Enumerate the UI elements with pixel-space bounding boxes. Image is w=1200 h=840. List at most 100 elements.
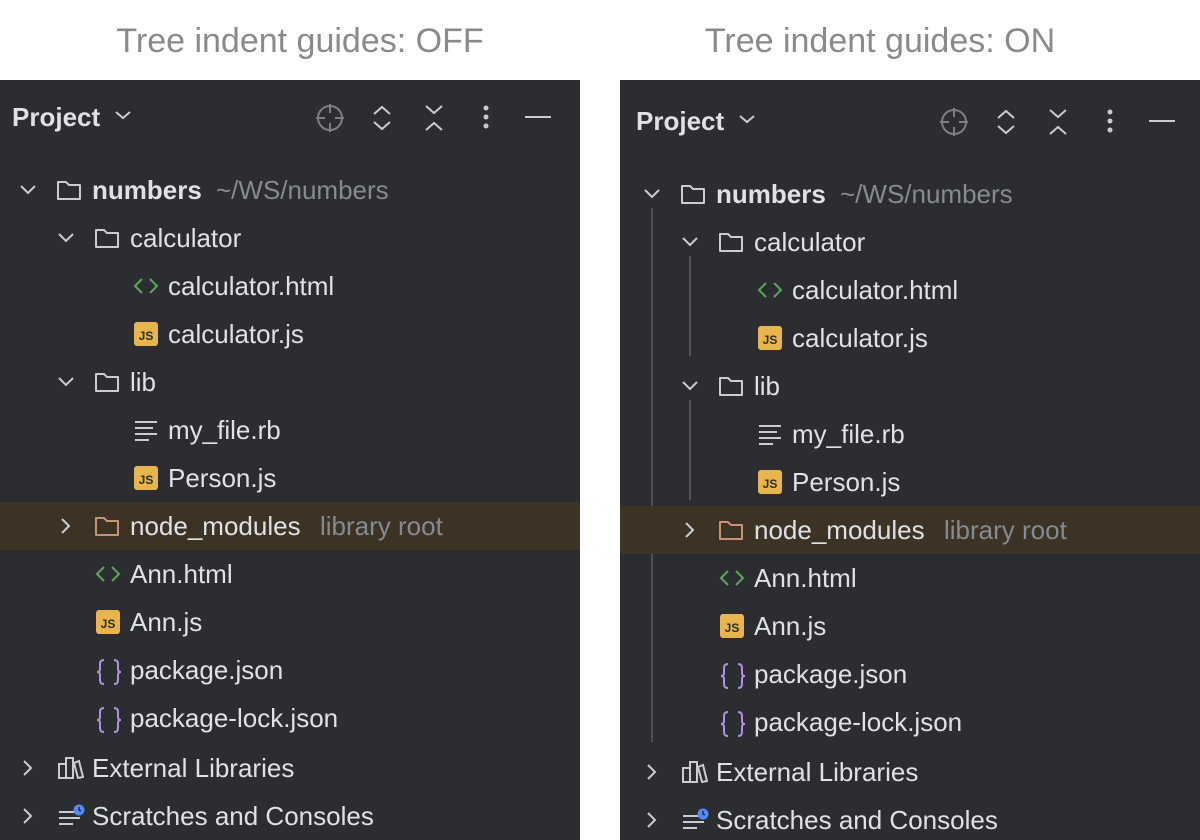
tree-row-node-modules[interactable]: node_modules library root xyxy=(0,502,580,550)
tree-label: calculator.js xyxy=(792,323,928,353)
tree-row-package-lock-json[interactable]: package-lock.json xyxy=(0,694,580,742)
tree-row-calculator[interactable]: calculator xyxy=(620,218,1200,266)
svg-text:JS: JS xyxy=(139,473,154,487)
text-file-icon xyxy=(134,418,160,442)
svg-text:JS: JS xyxy=(101,617,116,631)
chevron-down-icon[interactable] xyxy=(642,184,662,204)
tree-row-scratches[interactable]: Scratches and Consoles xyxy=(0,792,580,840)
tree-row-calculator-html[interactable]: calculator.html xyxy=(0,262,580,310)
tree-row-package-json[interactable]: package.json xyxy=(0,646,580,694)
folder-icon xyxy=(680,182,706,206)
tree-row-external-libraries[interactable]: External Libraries xyxy=(620,748,1200,796)
tree-row-ann-html[interactable]: Ann.html xyxy=(0,550,580,598)
tree-row-package-lock-json[interactable]: package-lock.json xyxy=(620,698,1200,746)
chevron-right-icon[interactable] xyxy=(56,516,76,536)
tree-label: Person.js xyxy=(168,463,277,493)
chevron-down-icon[interactable] xyxy=(18,180,38,200)
chevron-right-icon[interactable] xyxy=(18,806,38,826)
tree-label: Ann.html xyxy=(130,559,233,589)
svg-text:JS: JS xyxy=(725,621,740,635)
path-hint: ~/WS/numbers xyxy=(840,179,1013,209)
tree-row-lib[interactable]: lib xyxy=(620,362,1200,410)
folder-icon xyxy=(94,226,120,250)
svg-text:JS: JS xyxy=(763,333,778,347)
svg-text:JS: JS xyxy=(139,329,154,343)
tree-label: Ann.js xyxy=(130,607,203,637)
tree-label: lib xyxy=(130,367,157,397)
tree-row-my-file[interactable]: my_file.rb xyxy=(0,406,580,454)
collapse-all-icon[interactable] xyxy=(1044,106,1072,138)
tree-row-person-js[interactable]: JS Person.js xyxy=(0,454,580,502)
tree-row-package-json[interactable]: package.json xyxy=(620,650,1200,698)
chevron-right-icon[interactable] xyxy=(642,810,662,830)
tree-row-calculator-js[interactable]: JS calculator.js xyxy=(620,314,1200,362)
chevron-down-icon[interactable] xyxy=(680,376,700,396)
chevron-right-icon[interactable] xyxy=(642,762,662,782)
html-file-icon xyxy=(718,566,745,590)
folder-icon xyxy=(718,374,744,398)
tree-row-scratches[interactable]: Scratches and Consoles xyxy=(620,796,1200,840)
tree-row-numbers[interactable]: numbers ~/WS/numbers xyxy=(620,170,1200,218)
tree-label: calculator xyxy=(754,227,866,257)
tree-label: node_modules xyxy=(754,515,925,545)
tree-row-lib[interactable]: lib xyxy=(0,358,580,406)
tree-label: my_file.rb xyxy=(168,415,281,445)
tree-row-ann-html[interactable]: Ann.html xyxy=(620,554,1200,602)
panel-header: Project xyxy=(620,84,1200,160)
chevron-down-icon[interactable] xyxy=(680,232,700,252)
tree-row-numbers[interactable]: numbers ~/WS/numbers xyxy=(0,166,580,214)
tree-row-calculator-html[interactable]: calculator.html xyxy=(620,266,1200,314)
more-options-icon[interactable] xyxy=(1100,106,1120,138)
chevron-down-icon[interactable] xyxy=(56,372,76,392)
tree-row-external-libraries[interactable]: External Libraries xyxy=(0,744,580,792)
minimize-icon[interactable] xyxy=(524,102,552,134)
tree-row-calculator[interactable]: calculator xyxy=(0,214,580,262)
chevron-down-icon[interactable] xyxy=(114,108,132,127)
svg-text:JS: JS xyxy=(763,477,778,491)
locate-icon[interactable] xyxy=(938,106,970,138)
tree-label: calculator.html xyxy=(168,271,335,301)
tree-row-calculator-js[interactable]: JS calculator.js xyxy=(0,310,580,358)
tree-row-my-file[interactable]: my_file.rb xyxy=(620,410,1200,458)
minimize-icon[interactable] xyxy=(1148,106,1176,138)
collapse-all-icon[interactable] xyxy=(420,102,448,134)
tree-label: package-lock.json xyxy=(130,703,339,733)
html-file-icon xyxy=(756,278,783,302)
library-folder-icon xyxy=(94,514,120,538)
expand-all-icon[interactable] xyxy=(368,102,396,134)
tree-label: lib xyxy=(754,371,781,401)
chevron-right-icon[interactable] xyxy=(680,520,700,540)
json-file-icon xyxy=(96,706,122,733)
chevron-down-icon[interactable] xyxy=(56,228,76,248)
tree-label: Scratches and Consoles xyxy=(92,801,374,831)
js-file-icon: JS xyxy=(134,466,160,490)
js-file-icon: JS xyxy=(758,326,784,350)
scratches-icon xyxy=(58,804,85,828)
panel-title[interactable]: Project xyxy=(12,100,100,134)
tree-row-ann-js[interactable]: JS Ann.js xyxy=(0,598,580,646)
path-hint: ~/WS/numbers xyxy=(216,175,389,205)
locate-icon[interactable] xyxy=(314,102,346,134)
panel-header: Project xyxy=(0,80,580,156)
tree-label: calculator.js xyxy=(168,319,304,349)
chevron-down-icon[interactable] xyxy=(738,112,756,131)
tree-label: External Libraries xyxy=(716,757,919,787)
html-file-icon xyxy=(132,274,159,298)
tree-row-ann-js[interactable]: JS Ann.js xyxy=(620,602,1200,650)
text-file-icon xyxy=(758,422,784,446)
caption-on: Tree indent guides: ON xyxy=(704,22,1056,60)
tree-label: node_modules xyxy=(130,511,301,541)
tree-row-node-modules[interactable]: node_modules library root xyxy=(620,506,1200,554)
chevron-right-icon[interactable] xyxy=(18,758,38,778)
more-options-icon[interactable] xyxy=(476,102,496,134)
tree-label: External Libraries xyxy=(92,753,295,783)
folder-icon xyxy=(56,178,82,202)
expand-all-icon[interactable] xyxy=(992,106,1020,138)
tree-row-person-js[interactable]: JS Person.js xyxy=(620,458,1200,506)
js-file-icon: JS xyxy=(134,322,160,346)
library-root-hint: library root xyxy=(944,515,1067,545)
panel-title[interactable]: Project xyxy=(636,104,724,138)
tree-label: calculator xyxy=(130,223,242,253)
library-icon xyxy=(58,756,84,780)
library-root-hint: library root xyxy=(320,511,443,541)
